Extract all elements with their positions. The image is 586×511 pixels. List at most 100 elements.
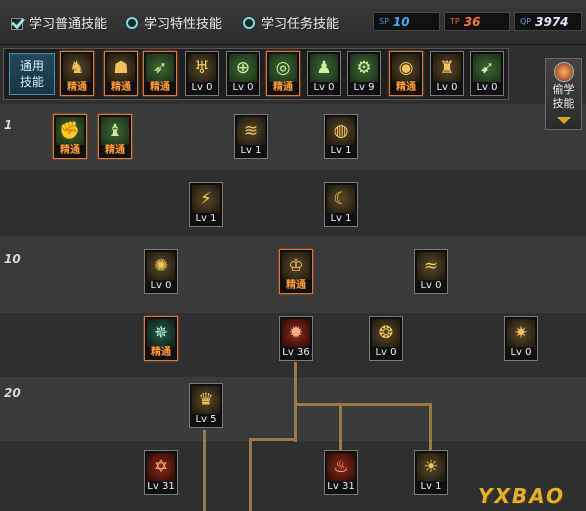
tree_skills-skill-slot[interactable]: ☾ Lv 1 [324, 182, 358, 227]
watermark-logo: YXBAO [478, 484, 566, 508]
skill-level-label: Lv 0 [436, 82, 458, 93]
level-band-20 [0, 377, 586, 441]
tree-connector [203, 430, 206, 511]
skill-level-label: 精通 [273, 82, 293, 93]
flame-burst-icon: ✺ [147, 252, 175, 280]
tab-normal-skills-label: 学习普通技能 [29, 17, 108, 32]
top_skills-skill-slot[interactable]: ♅ Lv 0 [185, 51, 219, 96]
tree_skills-skill-slot[interactable]: ♨ Lv 31 [324, 450, 358, 495]
skill-level-label: Lv 0 [420, 280, 442, 291]
golden-crown-icon: ♛ [192, 386, 220, 414]
claw-slash-icon: ⚡ [192, 185, 220, 213]
top_skills-skill-slot[interactable]: ➶ 精通 [143, 51, 177, 96]
explosion-fist-icon: ✊ [56, 117, 84, 145]
skill-level-label: Lv 36 [282, 347, 310, 358]
skill-level-label: Lv 0 [313, 82, 335, 93]
qp-counter: QP 3974 [514, 12, 582, 31]
top_skills-skill-slot[interactable]: ♞ 精通 [60, 51, 94, 96]
skill-level-label: Lv 1 [420, 481, 442, 492]
tree_skills-skill-slot[interactable]: ☀ Lv 1 [414, 450, 448, 495]
general-skills-text: 通用 技能 [19, 59, 44, 89]
tree_skills-skill-slot[interactable]: ❂ Lv 0 [369, 316, 403, 361]
skill-window: 学习普通技能 学习特性技能 学习任务技能 SP 10 TP 36 QP 3974… [0, 0, 586, 511]
crouching-figure-icon: ☗ [107, 54, 135, 82]
skill-level-label: 精通 [67, 82, 87, 93]
steal-skill-button[interactable]: 偷学 技能 [545, 58, 582, 130]
orb-icon [554, 62, 574, 82]
qp-value: 3974 [535, 14, 569, 29]
skill-level-label: 精通 [150, 82, 170, 93]
skill-level-label: 精通 [111, 82, 131, 93]
eagle-wings-icon: ♅ [188, 54, 216, 82]
skill-level-label: 精通 [286, 280, 306, 291]
top_skills-skill-slot[interactable]: ◉ 精通 [389, 51, 423, 96]
tree_skills-skill-slot[interactable]: ♔ 精通 [279, 249, 313, 294]
skill-level-label: Lv 1 [330, 213, 352, 224]
qp-tag: QP [520, 17, 532, 26]
top_skills-skill-slot[interactable]: ◎ 精通 [266, 51, 300, 96]
tree_skills-skill-slot[interactable]: ♝ 精通 [98, 114, 132, 159]
top_skills-skill-slot[interactable]: ➹ Lv 0 [470, 51, 504, 96]
sp-counter: SP 10 [373, 12, 440, 31]
top_skills-skill-slot[interactable]: ♟ Lv 0 [307, 51, 341, 96]
top_skills-skill-slot[interactable]: ☗ 精通 [104, 51, 138, 96]
tree_skills-skill-slot[interactable]: ✷ Lv 0 [504, 316, 538, 361]
tree-connector [294, 362, 297, 442]
vortex-icon: ◉ [392, 54, 420, 82]
tree_skills-skill-slot[interactable]: ✡ Lv 31 [144, 450, 178, 495]
radio-icon [126, 16, 138, 29]
skill-level-label: Lv 0 [375, 347, 397, 358]
radio-icon [243, 16, 255, 29]
top_skills-skill-slot[interactable]: ⚙ Lv 9 [347, 51, 381, 96]
tree_skills-skill-slot[interactable]: ≈ Lv 0 [414, 249, 448, 294]
runner-icon: ➹ [473, 54, 501, 82]
skill-level-label: 精通 [396, 82, 416, 93]
general-skills-label: 通用 技能 [9, 53, 55, 95]
level-band-5 [0, 170, 586, 236]
tree-connector [339, 403, 342, 451]
red-flames-icon: ♨ [327, 453, 355, 481]
tab-quest-skills[interactable]: 学习任务技能 [243, 13, 339, 32]
tp-value: 36 [463, 14, 481, 29]
tree_skills-skill-slot[interactable]: ♛ Lv 5 [189, 383, 223, 428]
tree-connector [249, 438, 296, 441]
tree-connector [429, 403, 432, 451]
skill-level-label: Lv 0 [150, 280, 172, 291]
checked-icon [10, 16, 24, 30]
steal-skill-label: 偷学 技能 [552, 83, 575, 110]
skill-level-label: 精通 [60, 145, 80, 156]
tree_skills-skill-slot[interactable]: ✊ 精通 [53, 114, 87, 159]
radiant-warrior-icon: ☀ [417, 453, 445, 481]
skill-level-label: Lv 1 [330, 145, 352, 156]
tree_skills-skill-slot[interactable]: ⚡ Lv 1 [189, 182, 223, 227]
shatter-icon: ✷ [507, 319, 535, 347]
skill-level-label: Lv 0 [476, 82, 498, 93]
tree_skills-skill-slot[interactable]: ✵ 精通 [144, 316, 178, 361]
tree_skills-skill-slot[interactable]: ≋ Lv 1 [234, 114, 268, 159]
tab-trait-skills[interactable]: 学习特性技能 [126, 13, 222, 32]
level-label-1: 1 [4, 118, 13, 132]
skill-level-label: Lv 5 [195, 414, 217, 425]
tree_skills-skill-slot[interactable]: ✹ Lv 36 [279, 316, 313, 361]
tab-normal-skills[interactable]: 学习普通技能 [10, 13, 107, 32]
arrow-down-icon [557, 117, 571, 124]
top_skills-skill-slot[interactable]: ♜ Lv 0 [430, 51, 464, 96]
skill-level-label: Lv 0 [232, 82, 254, 93]
skill-level-label: 精通 [105, 145, 125, 156]
target-icon: ◎ [269, 54, 297, 82]
dash-strike-icon: ➶ [146, 54, 174, 82]
skill-level-label: Lv 0 [191, 82, 213, 93]
sp-value: 10 [392, 14, 410, 29]
tree_skills-skill-slot[interactable]: ✺ Lv 0 [144, 249, 178, 294]
crosshair-icon: ⊕ [229, 54, 257, 82]
swirl-strike-icon: ≋ [237, 117, 265, 145]
tree-connector [294, 403, 432, 406]
level-label-10: 10 [4, 252, 21, 266]
spiral-orb-icon: ❂ [372, 319, 400, 347]
tab-trait-skills-label: 学习特性技能 [144, 17, 223, 32]
skill-level-label: 精通 [151, 347, 171, 358]
top_skills-skill-slot[interactable]: ⊕ Lv 0 [226, 51, 260, 96]
skill-level-label: Lv 31 [147, 481, 175, 492]
tree_skills-skill-slot[interactable]: ◍ Lv 1 [324, 114, 358, 159]
red-sigil-icon: ✡ [147, 453, 175, 481]
